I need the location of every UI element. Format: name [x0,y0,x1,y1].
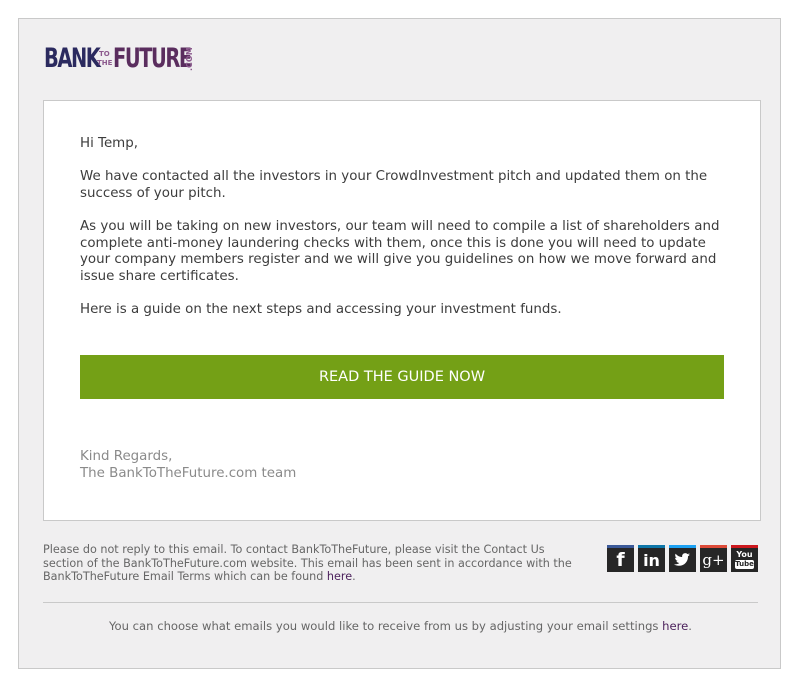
logo-to-text: TO [99,50,110,58]
email-settings-text: You can choose what emails you would lik… [109,619,663,633]
linkedin-color-bar [638,545,665,548]
googleplus-color-bar [700,545,727,548]
footer-disclaimer-text: Please do not reply to this email. To co… [43,543,572,583]
twitter-icon[interactable] [669,545,696,572]
linkedin-glyph: in [643,551,660,570]
youtube-color-bar [731,545,758,548]
facebook-color-bar [607,545,634,548]
logo-com-text: .COM [185,47,194,71]
paragraph-investors-contacted: We have contacted all the investors in y… [80,169,708,201]
signature-line: The BankToTheFuture.com team [80,466,297,481]
googleplus-glyph: g+ [702,551,725,569]
email-terms-link[interactable]: here [327,570,352,583]
email-settings-end: . [688,619,692,633]
regards-line: Kind Regards, [80,449,173,464]
footer-disclaimer: Please do not reply to this email. To co… [43,543,588,584]
googleplus-icon[interactable]: g+ [700,545,727,572]
email-settings-link[interactable]: here [662,619,688,633]
twitter-bird-icon [674,553,690,566]
facebook-glyph: f [616,549,625,571]
youtube-you-text: You [736,550,753,559]
greeting-text: Hi Temp, [80,136,138,151]
linkedin-icon[interactable]: in [638,545,665,572]
logo-bank-text: BANK [44,43,101,74]
bank-to-the-future-logo[interactable]: BANK TO THE FUTURE .COM [44,44,204,74]
footer-divider [43,602,758,603]
facebook-icon[interactable]: f [607,545,634,572]
paragraph-new-investors: As you will be taking on new investors, … [80,219,720,284]
paragraph-guide-intro: Here is a guide on the next steps and ac… [80,302,562,317]
youtube-tube-text: Tube [735,560,754,569]
youtube-icon[interactable]: You Tube [731,545,758,572]
logo-the-text: THE [97,59,113,67]
footer-disclaimer-end: . [352,570,356,583]
email-settings-note: You can choose what emails you would lik… [43,619,758,633]
read-guide-button[interactable]: READ THE GUIDE NOW [80,355,724,399]
logo-future-text: FUTURE [113,43,192,74]
